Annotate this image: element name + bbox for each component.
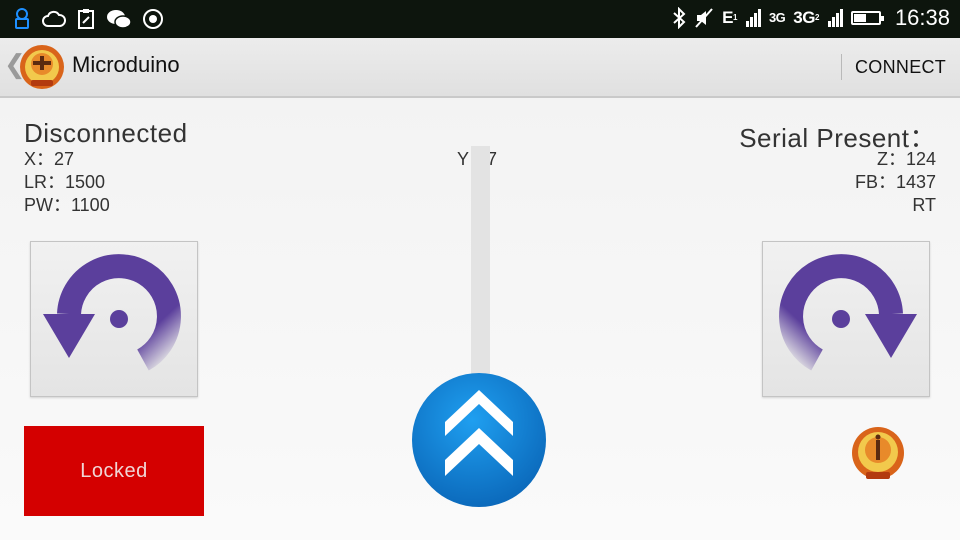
connect-button[interactable]: CONNECT: [855, 57, 946, 78]
rotate-ccw-icon: [43, 254, 181, 371]
status-bar: E1 3G 3G2 16:38: [0, 0, 960, 38]
bluetooth-icon: [673, 7, 686, 29]
z-value: Z：124: [876, 149, 936, 169]
mute-icon: [695, 8, 713, 28]
rotate-left-button[interactable]: [30, 241, 198, 397]
system-indicators: E1 3G 3G2 16:38: [672, 5, 950, 31]
throttle-knob[interactable]: [411, 372, 547, 508]
cloud-icon: [42, 10, 66, 27]
voice-icon: [143, 9, 163, 29]
clipboard-icon: [78, 9, 94, 29]
network-type-3g: 3G: [768, 10, 786, 25]
lock-toggle-button[interactable]: Locked: [24, 426, 204, 516]
network-type-e: E1: [722, 8, 737, 27]
throttle-slider-track[interactable]: [471, 146, 490, 378]
key-icon: [15, 8, 29, 29]
signal-icon: [745, 9, 761, 27]
network-type-3g-2: 3G2: [793, 8, 819, 27]
rotate-cw-icon: [779, 254, 917, 371]
wechat-icon: [107, 10, 132, 29]
x-value: X：27: [24, 149, 75, 169]
info-logo-icon[interactable]: [850, 426, 906, 482]
status-clock: 16:38: [894, 5, 950, 30]
app-title: Microduino: [72, 52, 180, 77]
lr-value: LR：1500: [24, 172, 106, 192]
battery-icon: [850, 11, 884, 25]
pw-value: PW：1100: [24, 195, 110, 215]
rotate-right-button[interactable]: [762, 241, 930, 397]
fb-value: FB：1437: [854, 172, 936, 192]
notification-icons: [12, 7, 164, 31]
rt-label: RT: [912, 195, 936, 215]
action-bar: ❮ Microduino CONNECT: [0, 38, 960, 98]
action-bar-divider: [841, 54, 842, 80]
app-logo-icon[interactable]: [19, 44, 65, 90]
connection-status: Disconnected: [24, 118, 188, 148]
signal-icon-2: [827, 9, 843, 27]
lock-button-label: Locked: [80, 459, 148, 482]
